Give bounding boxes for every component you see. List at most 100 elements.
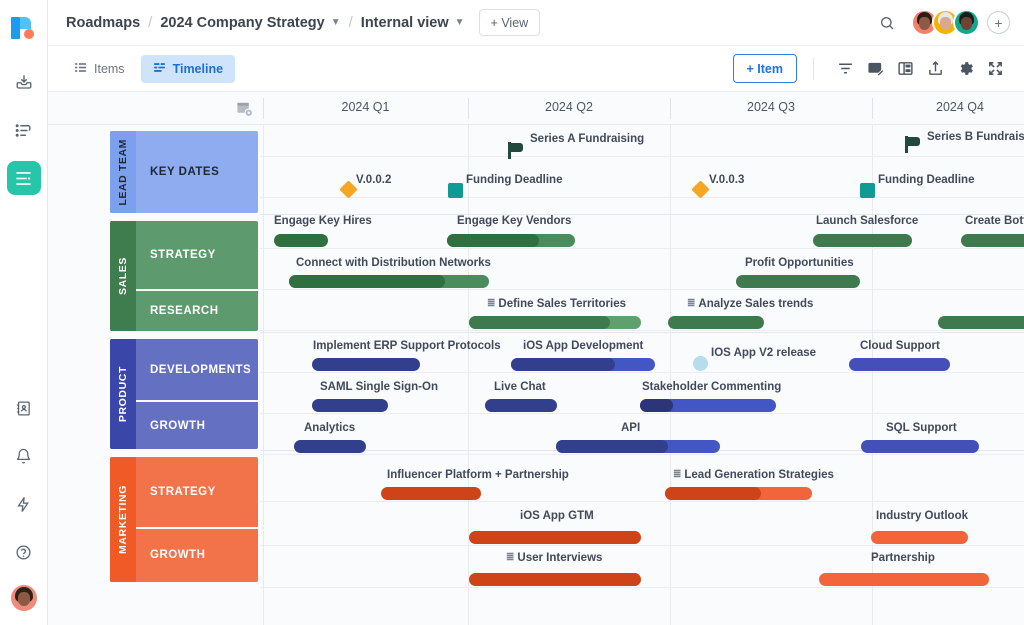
profit-opportunities-label: Profit Opportunities — [745, 257, 854, 269]
lightning-bolt-icon[interactable] — [7, 487, 41, 521]
stakeholder-commenting-label: Stakeholder Commenting — [642, 381, 781, 393]
bar-label-text: SAML Single Sign-On — [320, 381, 438, 393]
user-avatar[interactable] — [11, 585, 37, 611]
engage-key-vendors-bar[interactable] — [447, 234, 575, 247]
tab-items[interactable]: Items — [62, 55, 137, 83]
chevron-down-icon-roadmap[interactable]: ▼ — [331, 17, 341, 28]
bar-label-text: iOS App GTM — [520, 510, 594, 522]
stakeholder-commenting-progress — [640, 399, 673, 412]
breadcrumb-roadmap-name[interactable]: 2024 Company Strategy — [160, 15, 324, 31]
swimlane-row-marketing-strategy[interactable]: STRATEGY — [136, 457, 258, 527]
partnership-bar[interactable] — [819, 573, 989, 586]
chevron-down-icon-view[interactable]: ▼ — [455, 17, 465, 28]
funding-deadline-q4-milestone[interactable] — [860, 183, 875, 198]
calendar-settings-icon[interactable] — [236, 100, 253, 122]
engage-key-hires-bar[interactable] — [274, 234, 328, 247]
funding-deadline-q2-milestone[interactable] — [448, 183, 463, 198]
settings-gear-icon[interactable] — [950, 54, 980, 84]
funding-deadline-q4-label: Funding Deadline — [878, 174, 974, 186]
partnership-label: Partnership — [871, 552, 935, 564]
profit-opportunities-bar[interactable] — [736, 275, 860, 288]
collaborator-avatar-3[interactable] — [953, 9, 980, 36]
v003-milestone[interactable] — [691, 180, 709, 198]
saml-single-sign-on-bar[interactable] — [312, 399, 388, 412]
lead-generation-strategies-bar[interactable] — [665, 487, 812, 500]
bar-label-text: Analyze Sales trends — [698, 298, 813, 310]
swimlane-group-label-product: PRODUCT — [117, 366, 129, 422]
implement-erp-support-protocols-bar[interactable] — [312, 358, 420, 371]
stakeholder-commenting-bar[interactable] — [640, 399, 776, 412]
v002-milestone[interactable] — [339, 180, 357, 198]
analyze-sales-trends-bar[interactable] — [668, 316, 764, 329]
industry-outlook-bar[interactable] — [871, 531, 968, 544]
cloud-support-bar[interactable] — [849, 358, 950, 371]
swimlane-row-product-growth[interactable]: GROWTH — [136, 400, 258, 449]
timeline-roadmap-icon[interactable] — [7, 161, 41, 195]
sql-support-bar[interactable] — [861, 440, 979, 453]
bar-label-text: Influencer Platform + Partnership — [387, 469, 569, 481]
user-interviews-bar[interactable] — [469, 573, 641, 586]
swimlane-row-sales-strategy[interactable]: STRATEGY — [136, 221, 258, 289]
fullscreen-expand-icon[interactable] — [980, 54, 1010, 84]
sub-items-icon: ≣ — [687, 298, 695, 309]
swimlane-row-marketing-growth[interactable]: GROWTH — [136, 527, 258, 582]
connect-distribution-networks-bar[interactable] — [289, 275, 489, 288]
add-view-button[interactable]: + View — [479, 9, 541, 36]
launch-salesforce-bar[interactable] — [813, 234, 912, 247]
filter-icon[interactable] — [830, 54, 860, 84]
layout-panel-icon[interactable] — [890, 54, 920, 84]
card-edit-icon[interactable] — [860, 54, 890, 84]
tab-timeline[interactable]: Timeline — [141, 55, 235, 83]
research-q4-bar[interactable] — [938, 316, 1024, 329]
topbar-right-cluster: + — [879, 9, 1010, 36]
search-icon[interactable] — [879, 15, 895, 31]
breadcrumb-roadmaps[interactable]: Roadmaps — [66, 15, 140, 31]
ios-app-development-progress — [511, 358, 615, 371]
define-sales-territories-bar[interactable] — [469, 316, 641, 329]
ios-app-v2-release-label: IOS App V2 release — [711, 347, 816, 359]
ios-app-v2-release-milestone[interactable] — [693, 356, 708, 371]
swimlane-group-lead-team[interactable]: LEAD TEAM KEY DATES — [110, 131, 258, 213]
ios-app-development-bar[interactable] — [511, 358, 655, 371]
bar-label-text: Launch Salesforce — [816, 215, 918, 227]
bar-label-text: Engage Key Hires — [274, 215, 372, 227]
inbox-download-icon[interactable] — [7, 65, 41, 99]
bar-label-text: API — [621, 422, 640, 434]
influencer-platform-partnership-bar[interactable] — [381, 487, 481, 500]
add-collaborator-button[interactable]: + — [987, 11, 1010, 34]
swimlane-row-product-developments[interactable]: DEVELOPMENTS — [136, 339, 258, 400]
contacts-book-icon[interactable] — [7, 391, 41, 425]
help-question-icon[interactable] — [7, 535, 41, 569]
analytics-bar[interactable] — [294, 440, 366, 453]
swimlane-row-sales-research[interactable]: RESEARCH — [136, 289, 258, 331]
live-chat-bar[interactable] — [485, 399, 557, 412]
create-bottom-up-bar[interactable] — [961, 234, 1024, 247]
define-sales-territories-label: ≣Define Sales Territories — [487, 298, 626, 310]
main-area: Roadmaps / 2024 Company Strategy ▼ / Int… — [48, 0, 1024, 625]
swimlane-row-key-dates[interactable]: KEY DATES — [136, 131, 258, 213]
bar-label-text: Stakeholder Commenting — [642, 381, 781, 393]
api-bar[interactable] — [556, 440, 720, 453]
view-tabs: Items Timeline — [62, 55, 235, 83]
series-a-fundraising-milestone[interactable] — [508, 142, 524, 159]
quarter-label-q2: 2024 Q2 — [468, 100, 670, 114]
bell-notification-icon[interactable] — [7, 439, 41, 473]
connect-distribution-networks-label: Connect with Distribution Networks — [296, 257, 491, 269]
swimlane-group-marketing[interactable]: MARKETING STRATEGY GROWTH — [110, 457, 258, 582]
add-item-button[interactable]: + Item — [733, 54, 797, 83]
swimlane-group-sales[interactable]: SALES STRATEGY RESEARCH — [110, 221, 258, 331]
view-toolbar: Items Timeline + Item — [48, 46, 1024, 92]
swimlane-group-side-sales: SALES — [110, 221, 136, 331]
list-roadmap-icon[interactable] — [7, 113, 41, 147]
bar-label-text: SQL Support — [886, 422, 957, 434]
flag-cloth — [907, 137, 920, 146]
roadmunk-logo[interactable] — [11, 16, 37, 42]
export-upload-icon[interactable] — [920, 54, 950, 84]
sub-items-icon: ≣ — [506, 552, 514, 563]
timeline-canvas: 2024 Q1 2024 Q2 2024 Q3 2024 Q4 LEAD TEA… — [48, 92, 1024, 625]
ios-app-gtm-bar[interactable] — [469, 531, 641, 544]
breadcrumb-view-name[interactable]: Internal view — [361, 15, 449, 31]
swimlane-label-column: LEAD TEAM KEY DATES SALES STRATEGY RESEA… — [48, 125, 260, 625]
swimlane-group-product[interactable]: PRODUCT DEVELOPMENTS GROWTH — [110, 339, 258, 449]
series-b-fundraising-milestone[interactable] — [905, 136, 921, 153]
